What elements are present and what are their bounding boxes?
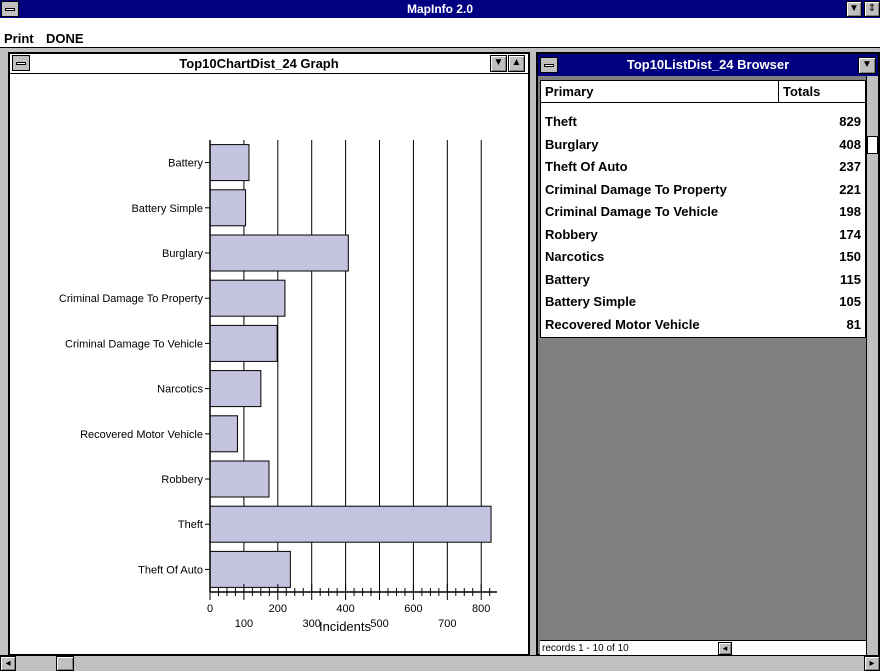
bar <box>209 234 349 272</box>
cell-total: 81 <box>846 316 861 332</box>
horizontal-scroll-thumb[interactable] <box>56 656 74 671</box>
main-horizontal-scrollbar[interactable]: ◂ ▸ <box>0 655 880 671</box>
bar <box>209 505 492 543</box>
category-label: Battery Simple <box>131 203 203 215</box>
app-title: MapInfo 2.0 <box>406 2 473 16</box>
cell-total: 198 <box>839 204 861 219</box>
app-title-bar: MapInfo 2.0 ▼ ⇕ <box>0 0 880 18</box>
x-tick-label: 200 <box>269 603 287 615</box>
cell-primary: Battery <box>545 271 590 287</box>
bar <box>209 460 270 498</box>
bar <box>209 189 247 227</box>
x-tick-label: 600 <box>404 603 422 615</box>
table-row[interactable]: Recovered Motor Vehicle 81 <box>545 314 861 336</box>
browser-status-bar: records 1 - 10 of 10 ◂ <box>540 640 866 656</box>
browser-scroll-thumb[interactable] <box>867 136 878 154</box>
cell-primary: Narcotics <box>545 249 605 264</box>
cell-primary: Burglary <box>545 136 599 152</box>
menu-print[interactable]: Print <box>4 31 34 46</box>
scroll-left-button[interactable]: ◂ <box>0 656 16 671</box>
graph-system-menu-icon[interactable] <box>12 55 30 71</box>
x-tick-label: 400 <box>336 603 354 615</box>
column-header-primary[interactable]: Primary <box>541 81 779 103</box>
cell-primary: Battery Simple <box>545 294 637 309</box>
x-tick-label: 500 <box>370 618 388 630</box>
cell-total: 150 <box>839 249 861 264</box>
table-row[interactable]: Criminal Damage To Vehicle 198 <box>545 201 861 223</box>
bar <box>209 415 238 453</box>
cell-total: 829 <box>839 114 861 129</box>
scroll-right-button[interactable]: ▸ <box>864 656 880 671</box>
category-label: Burglary <box>162 248 203 260</box>
graph-window: Top10ChartDist_24 Graph ▼ ▲ Battery Batte… <box>8 52 530 656</box>
restore-button[interactable]: ⇕ <box>864 1 880 17</box>
cell-total: 174 <box>839 226 861 242</box>
table-row[interactable]: Battery Simple 105 <box>545 291 861 313</box>
browser-window: Top10ListDist_24 Browser ▼ Primary Total… <box>536 52 880 656</box>
browser-window-title: Top10ListDist_24 Browser <box>626 57 790 72</box>
table-row[interactable]: Burglary 408 <box>545 134 861 156</box>
cell-total: 105 <box>839 294 861 309</box>
column-header-totals[interactable]: Totals <box>779 81 865 103</box>
graph-window-title: Top10ChartDist_24 Graph <box>179 56 339 71</box>
browser-vertical-scrollbar[interactable] <box>866 76 878 656</box>
table-row[interactable]: Theft 829 <box>545 111 861 133</box>
x-tick-label: 800 <box>472 603 490 615</box>
cell-primary: Criminal Damage To Vehicle <box>545 204 719 219</box>
bar <box>209 279 286 317</box>
cell-primary: Criminal Damage To Property <box>545 181 727 197</box>
category-label: Criminal Damage To Vehicle <box>65 338 203 350</box>
menu-bar: Print DONE <box>0 18 880 48</box>
cell-total: 408 <box>839 136 861 152</box>
minimize-button[interactable]: ▼ <box>846 1 862 17</box>
table-row[interactable]: Criminal Damage To Property 221 <box>545 179 861 201</box>
browser-table: Primary Totals Theft 829 Burglary 408 Theft … <box>540 80 866 338</box>
table-row[interactable]: Robbery 174 <box>545 224 861 246</box>
bar <box>209 370 262 408</box>
category-label: Criminal Damage To Property <box>59 293 204 305</box>
cell-primary: Robbery <box>545 226 598 242</box>
bar <box>209 550 291 588</box>
browser-system-menu-icon[interactable] <box>540 57 558 73</box>
cell-total: 221 <box>839 181 861 197</box>
graph-minimize-button[interactable]: ▼ <box>490 55 507 72</box>
graph-window-title-bar: Top10ChartDist_24 Graph ▼ ▲ <box>10 54 528 74</box>
cell-total: 237 <box>839 159 861 174</box>
cell-primary: Recovered Motor Vehicle <box>545 316 700 332</box>
browser-window-title-bar: Top10ListDist_24 Browser ▼ <box>538 54 878 76</box>
status-scroll-left-button[interactable]: ◂ <box>718 642 732 655</box>
table-row[interactable]: Theft Of Auto 237 <box>545 156 861 178</box>
category-label: Recovered Motor Vehicle <box>80 429 203 441</box>
bar <box>209 144 250 182</box>
graph-maximize-button[interactable]: ▲ <box>508 55 525 72</box>
category-label: Narcotics <box>157 384 203 396</box>
browser-minimize-button[interactable]: ▼ <box>858 57 876 74</box>
bar-chart: Battery Battery Simple Burglary Criminal Da… <box>59 140 497 634</box>
cell-total: 115 <box>840 271 861 287</box>
category-label: Theft <box>178 519 203 531</box>
x-tick-label: 100 <box>235 618 253 630</box>
cell-primary: Theft Of Auto <box>545 159 628 174</box>
x-axis-label: Incidents <box>319 619 372 634</box>
menu-done[interactable]: DONE <box>46 31 84 46</box>
category-label: Theft Of Auto <box>138 564 203 576</box>
x-tick-label: 0 <box>207 603 213 615</box>
x-tick-label: 700 <box>438 618 456 630</box>
table-row[interactable]: Battery 115 <box>545 269 861 291</box>
category-label: Battery <box>168 158 203 170</box>
table-row[interactable]: Narcotics 150 <box>545 246 861 268</box>
category-label: Robbery <box>161 474 203 486</box>
cell-primary: Theft <box>545 114 577 129</box>
bar <box>209 324 278 362</box>
